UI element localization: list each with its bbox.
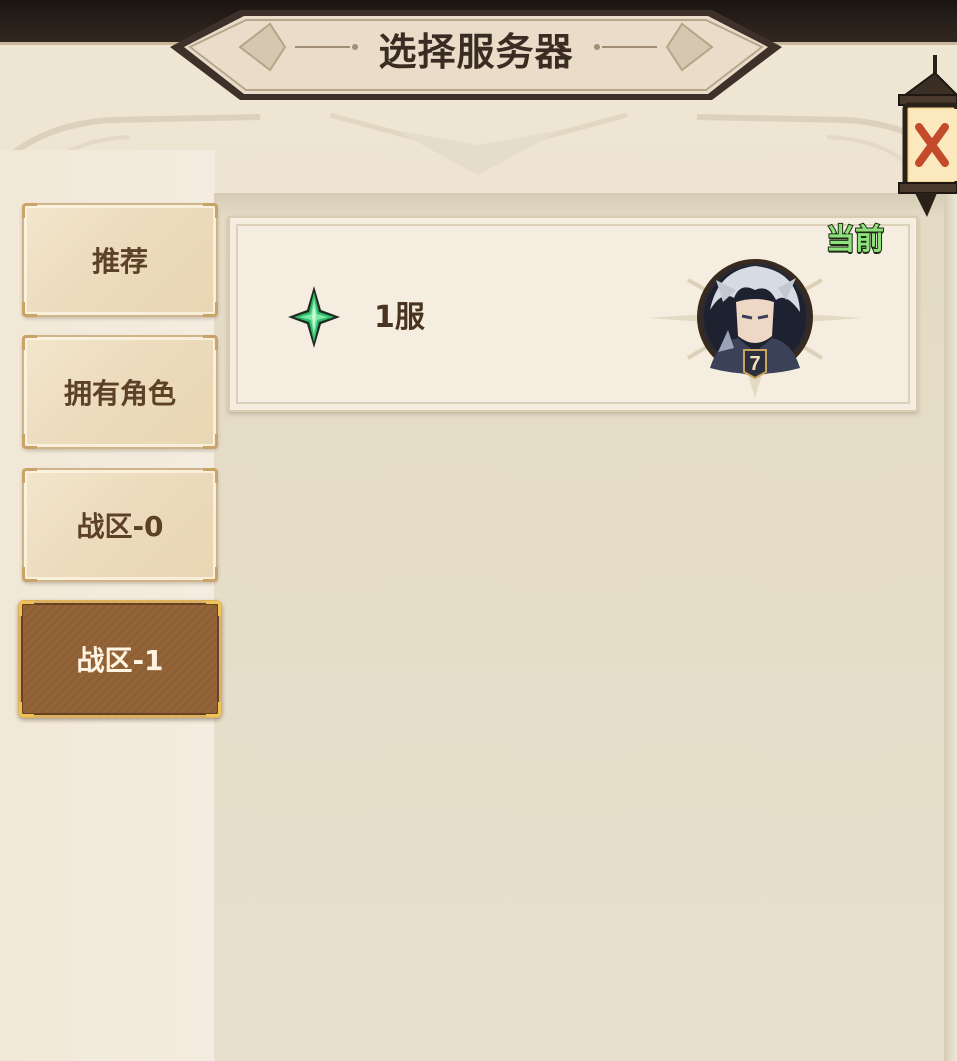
tab-corner xyxy=(22,434,37,449)
tab-corner xyxy=(22,302,37,317)
tab-label: 战区-1 xyxy=(76,644,164,677)
tab-label: 拥有角色 xyxy=(63,377,176,410)
tab-corner xyxy=(19,702,34,717)
tab-corner xyxy=(22,335,37,350)
title-banner: 选择服务器 xyxy=(170,2,782,102)
tab-corner xyxy=(203,567,218,582)
tab-zone-0[interactable]: 战区-0 xyxy=(22,468,218,582)
lantern-close-icon xyxy=(898,55,957,217)
tab-corner xyxy=(22,468,37,483)
tab-corner xyxy=(206,702,221,717)
close-button[interactable] xyxy=(875,55,957,220)
tab-corner xyxy=(203,203,218,218)
tab-corner xyxy=(203,302,218,317)
panel-right-edge xyxy=(944,193,957,1061)
tab-corner xyxy=(203,468,218,483)
server-name: 1服 xyxy=(374,300,425,335)
server-select-screen: 选择服务器 推荐 拥有角色 战区-0 战区-1 1服 当前 7 xyxy=(0,0,957,1061)
tab-owned-characters[interactable]: 拥有角色 xyxy=(22,335,218,449)
tab-label: 战区-0 xyxy=(76,510,164,543)
avatar-level: 7 xyxy=(749,353,760,375)
character-avatar-icon: 7 xyxy=(648,259,862,398)
tab-corner xyxy=(203,335,218,350)
page-title: 选择服务器 xyxy=(378,30,574,74)
avatar: 7 xyxy=(648,240,862,400)
green-star-gem-icon xyxy=(288,286,340,348)
tab-corner xyxy=(22,567,37,582)
tab-zone-1[interactable]: 战区-1 xyxy=(18,600,222,718)
tab-corner xyxy=(206,601,221,616)
tab-corner xyxy=(19,601,34,616)
tab-label: 推荐 xyxy=(91,245,148,278)
tab-recommended[interactable]: 推荐 xyxy=(22,203,218,317)
tab-corner xyxy=(22,203,37,218)
tab-corner xyxy=(203,434,218,449)
